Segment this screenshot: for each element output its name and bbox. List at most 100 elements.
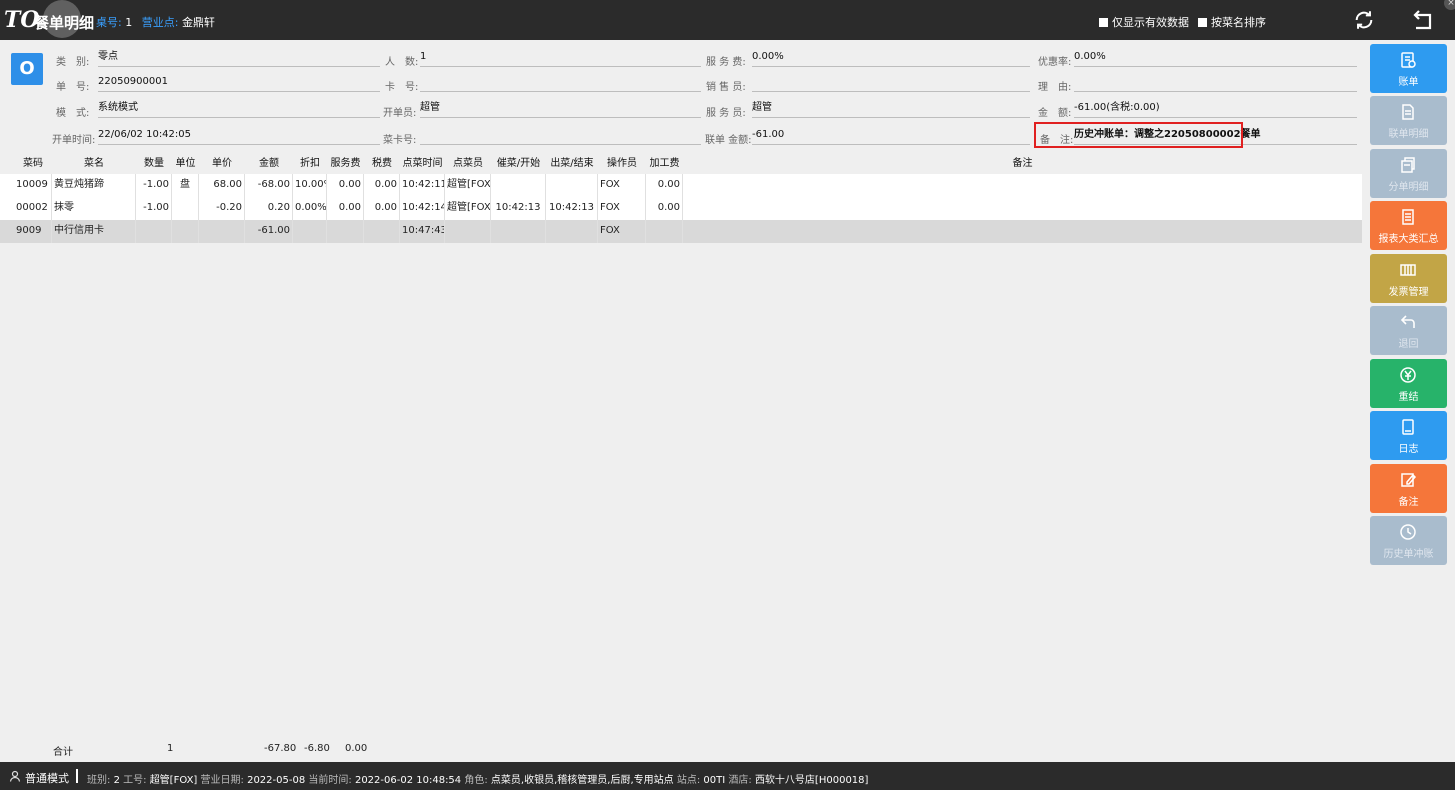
card-label: 卡 号:: [385, 82, 419, 93]
cell-price: -0.20: [199, 197, 245, 220]
cell-operator: FOX: [598, 220, 646, 243]
role-value: 点菜员,收银员,稽核管理员,后厨,专用站点: [490, 775, 674, 786]
status-info: 班别: 2 工号: 超管[FOX] 营业日期: 2022-05-08 当前时间:…: [87, 771, 868, 786]
cell-discount: [293, 220, 327, 243]
waiter-label: 服 务 员:: [706, 108, 746, 119]
cell-processing: 0.00: [646, 197, 683, 220]
log-icon: [1402, 419, 1414, 435]
station-label: 站点:: [676, 775, 701, 786]
col-header-qty: 数量: [144, 158, 164, 169]
menu-card-value: [420, 125, 701, 145]
history-reversal-button[interactable]: 历史单冲账: [1370, 516, 1447, 565]
col-header-processing: 加工费: [649, 158, 680, 169]
totals-discount: -6.80: [304, 743, 330, 754]
resettle-label: 重结: [1398, 392, 1419, 403]
status-bar: 普通模式 班别: 2 工号: 超管[FOX] 营业日期: 2022-05-08 …: [0, 762, 1455, 790]
guests-label: 人 数:: [385, 57, 419, 68]
card-field: 卡 号:: [385, 72, 701, 94]
sales-value: [752, 72, 1030, 92]
table-label: 桌号:: [96, 16, 122, 29]
col-header-remark: 备注: [1012, 158, 1033, 169]
amount-field: 金 额: -61.00(含税:0.00): [1038, 98, 1357, 120]
open-time-field: 开单时间: 22/06/02 10:42:05: [52, 125, 380, 147]
category-field: 类 别: 零点: [56, 47, 380, 69]
cell-amount: -68.00: [245, 174, 293, 197]
bill-button[interactable]: 账单: [1370, 44, 1447, 93]
reason-value: [1074, 72, 1357, 92]
shift-label: 班别:: [87, 775, 111, 786]
cell-serve-end: 10:42:13: [546, 197, 598, 220]
return-button[interactable]: 退回: [1370, 306, 1447, 355]
amount-value: -61.00(含税:0.00): [1074, 98, 1357, 118]
sales-field: 销 售 员:: [706, 72, 1030, 94]
cell-amount: -61.00: [245, 220, 293, 243]
cell-operator: FOX: [598, 174, 646, 197]
resettle-button[interactable]: 重结: [1370, 359, 1447, 408]
status-divider: [76, 769, 78, 783]
cell-code: 00002: [14, 197, 52, 220]
cell-rush-start: [491, 220, 546, 243]
invoice-icon: [1400, 264, 1416, 276]
hotel-label: 酒店:: [728, 775, 752, 786]
valid-only-checkbox[interactable]: 仅显示有效数据: [1099, 14, 1189, 30]
cell-serve-end: [546, 220, 598, 243]
service-fee-field: 服 务 费: 0.00%: [706, 47, 1030, 69]
remark-label: 备注: [1398, 497, 1419, 508]
report-summary-button[interactable]: 报表大类汇总: [1370, 201, 1447, 250]
table-row-selected[interactable]: 9009 中行信用卡 -61.00 10:47:43 FOX: [0, 220, 1362, 243]
menu-card-field: 菜卡号:: [383, 125, 701, 147]
page-title: 餐单明细: [34, 14, 95, 32]
joint-detail-button[interactable]: 联单明细: [1370, 96, 1447, 145]
mode-field: 模 式: 系统模式: [56, 98, 380, 120]
col-header-serve-end: 出菜/结束: [550, 158, 594, 169]
bizdate-label: 营业日期:: [200, 775, 244, 786]
invoice-management-button[interactable]: 发票管理: [1370, 254, 1447, 303]
table-row[interactable]: 10009 黄豆炖猪蹄 -1.00 盘 68.00 -68.00 10.00% …: [0, 174, 1362, 197]
col-header-order-time: 点菜时间: [402, 158, 443, 169]
cell-unit: [172, 220, 199, 243]
cell-code: 9009: [14, 220, 52, 243]
col-header-rush-start: 催菜/开始: [496, 158, 541, 169]
order-no-field: 单 号: 22050900001: [56, 72, 380, 94]
return-label: 退回: [1398, 339, 1419, 350]
now-value: 2022-06-02 10:48:54: [354, 775, 462, 786]
col-header-operator: 操作员: [607, 158, 637, 169]
mode-label: 模 式:: [56, 108, 90, 119]
checkbox-box[interactable]: [1099, 17, 1108, 27]
checkbox-box[interactable]: [1198, 17, 1207, 27]
menu-card-label: 菜卡号:: [383, 135, 417, 146]
joint-detail-label: 联单明细: [1388, 129, 1429, 140]
close-icon[interactable]: ×: [1444, 0, 1455, 10]
mode-value: 系统模式: [98, 98, 380, 118]
invoice-management-label: 发票管理: [1388, 287, 1429, 298]
now-label: 当前时间:: [308, 775, 352, 786]
discount-rate-value: 0.00%: [1074, 47, 1357, 67]
user-icon: [9, 770, 21, 782]
split-icon: [1401, 157, 1415, 173]
open-time-label: 开单时间:: [52, 135, 96, 146]
bizdate-value: 2022-05-08: [247, 775, 306, 786]
cell-discount: 10.00%: [293, 174, 327, 197]
table-row[interactable]: 00002 抹零 -1.00 -0.20 0.20 0.00% 0.00 0.0…: [0, 197, 1362, 220]
emp-label: 工号:: [123, 775, 147, 786]
split-detail-button[interactable]: 分单明细: [1370, 149, 1447, 198]
open-time-value: 22/06/02 10:42:05: [98, 125, 380, 145]
sort-by-name-checkbox[interactable]: 按菜名排序: [1198, 14, 1266, 30]
cell-orderer: 超管[FOX]: [445, 197, 491, 220]
col-header-amount: 金额: [259, 158, 279, 169]
cell-code: 10009: [14, 174, 52, 197]
cell-price: [199, 220, 245, 243]
bill-icon: [1401, 52, 1416, 68]
order-status-badge: O: [11, 53, 43, 85]
opener-label: 开单员:: [383, 108, 417, 119]
log-button[interactable]: 日志: [1370, 411, 1447, 460]
remark-button[interactable]: 备注: [1370, 464, 1447, 513]
joint-amount-field: 联单 金额: -61.00: [705, 125, 1030, 147]
table-outlet-info: 桌号: 1 营业点: 金鼎轩: [96, 14, 215, 30]
opener-field: 开单员: 超管: [383, 98, 701, 120]
cell-service: 0.00: [327, 197, 364, 220]
cell-order-time: 10:42:11: [400, 174, 445, 197]
back-arrow-icon[interactable]: [1412, 9, 1436, 31]
col-header-service: 服务费: [330, 158, 361, 169]
refresh-icon[interactable]: [1353, 9, 1375, 31]
